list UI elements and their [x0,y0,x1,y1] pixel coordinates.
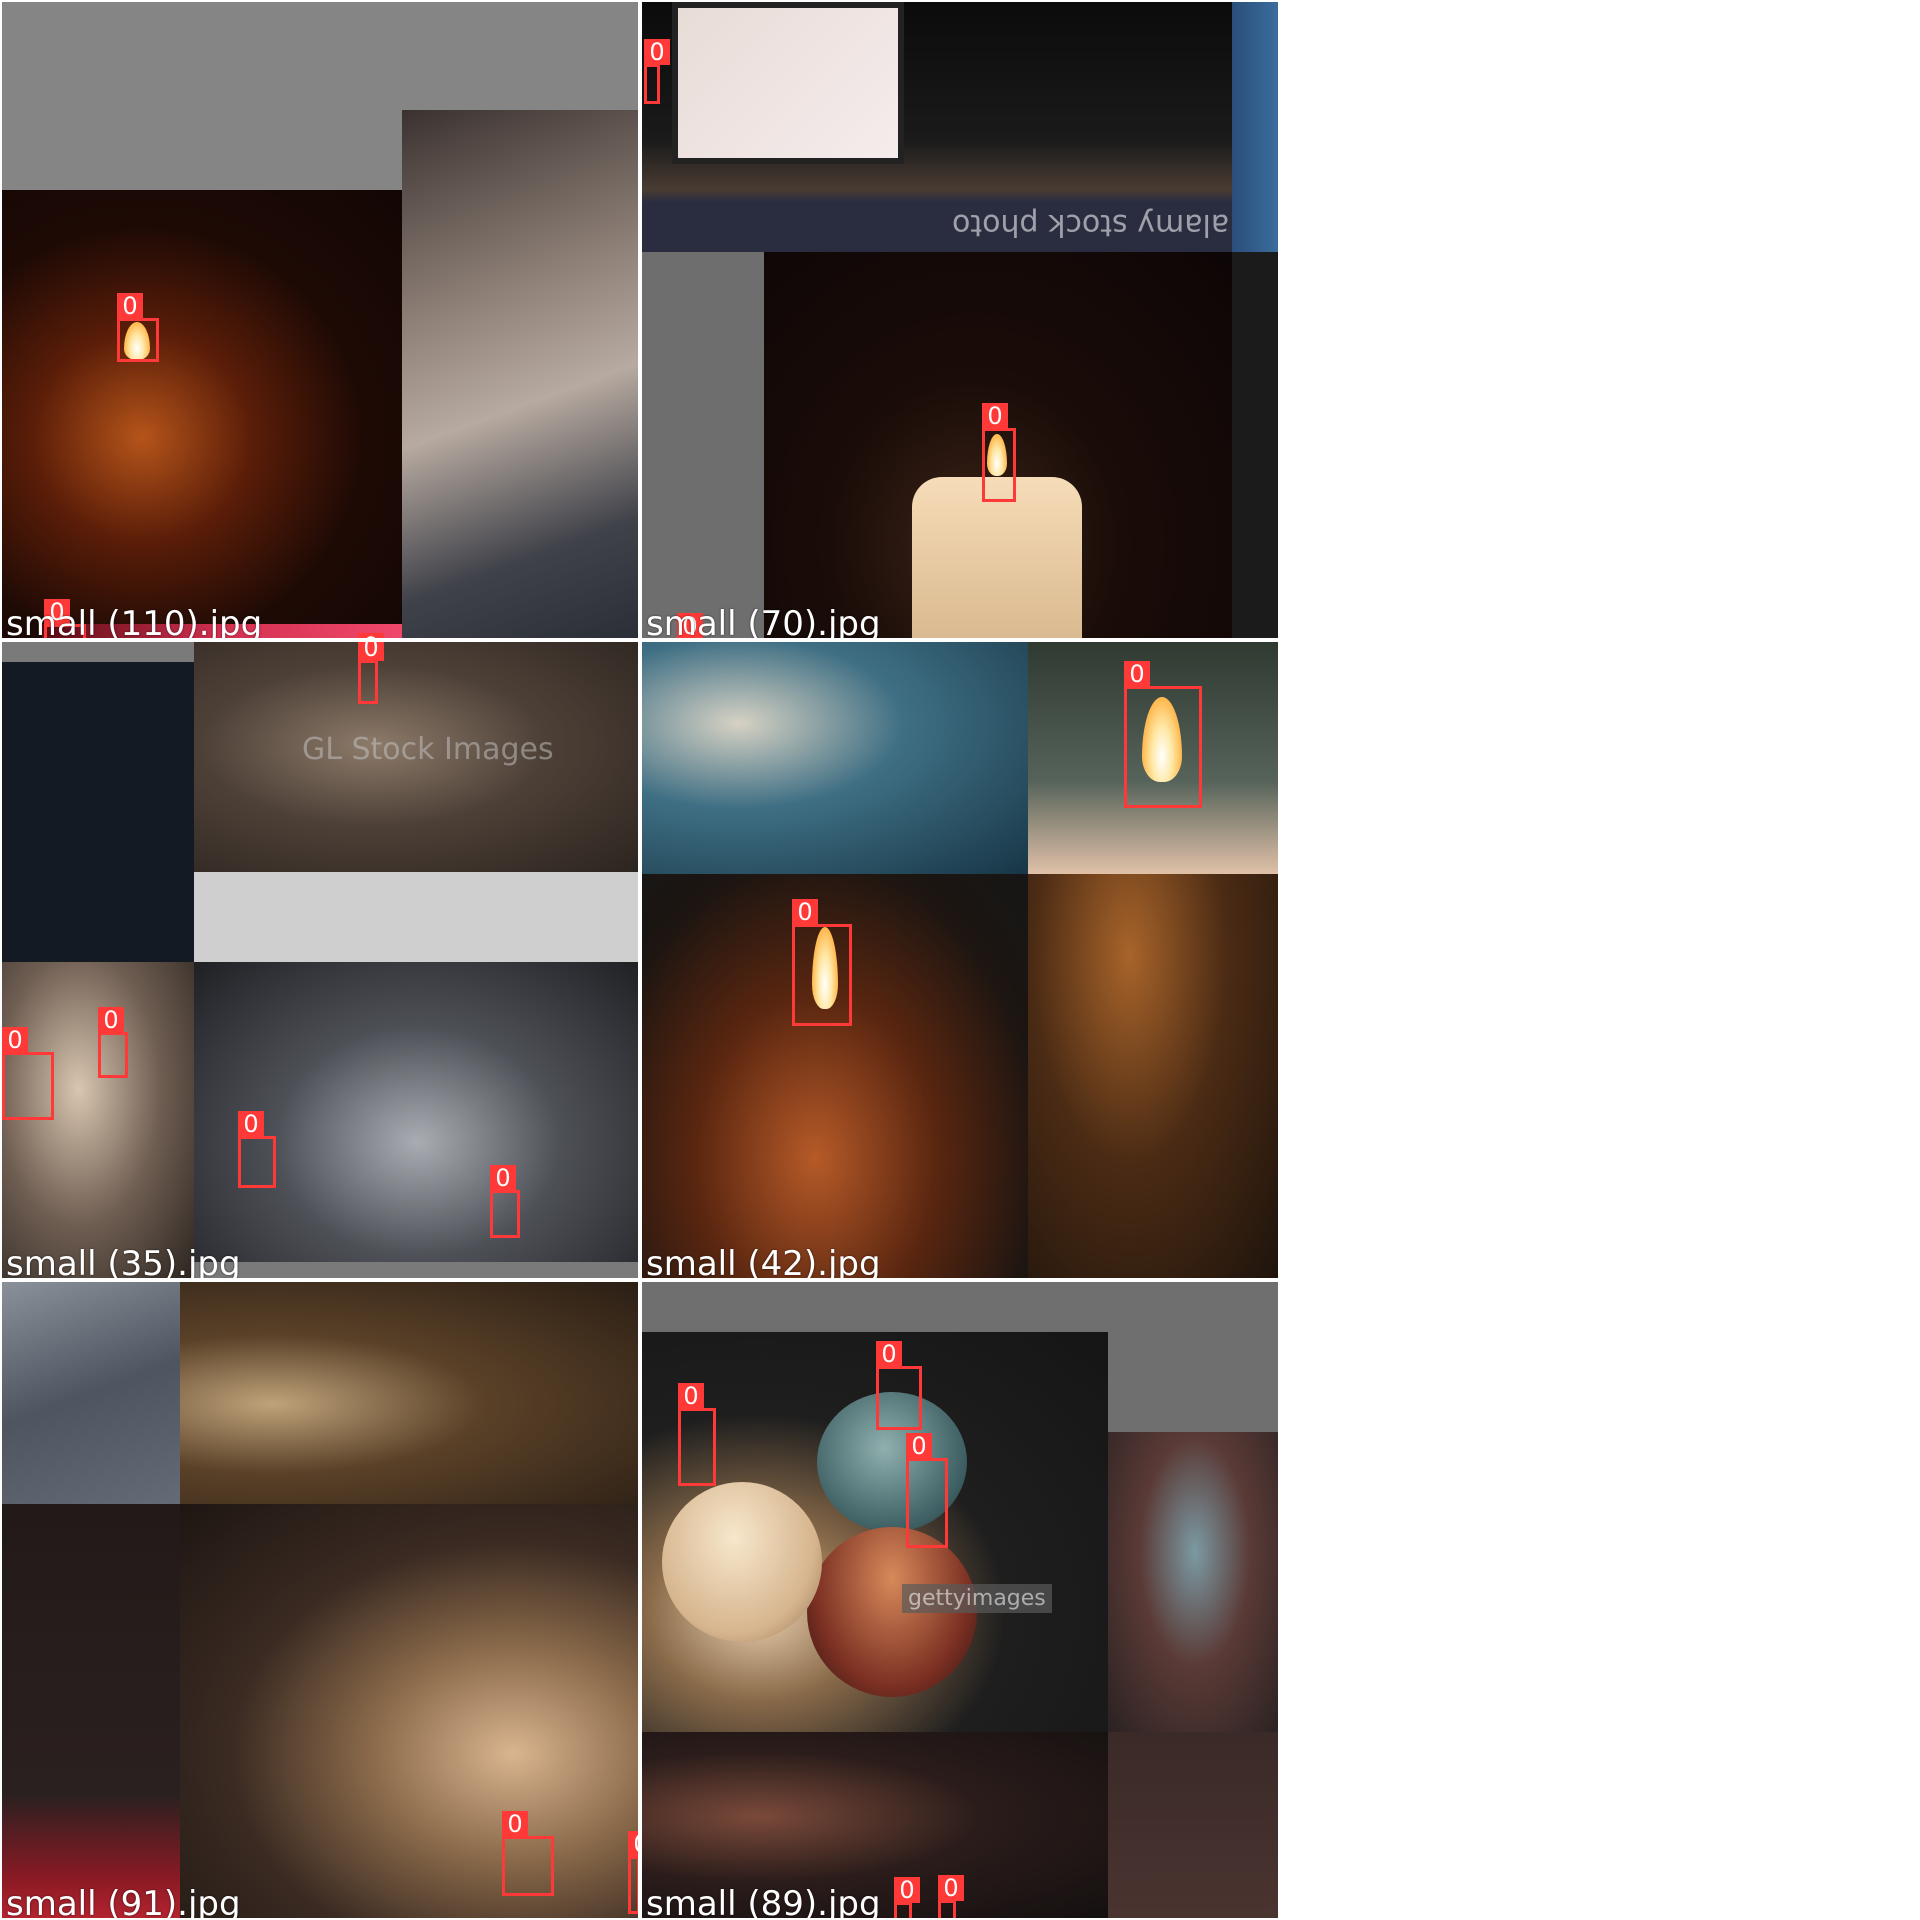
mosaic-tile: 0 0 small (42).jpg [640,640,1280,1280]
class-label: 0 [1124,661,1150,687]
detection-box: 0 [644,39,670,104]
mosaic-tile: alamy stock photo 0 0 0 small (70).jpg [640,0,1280,640]
detection-box: 0 [876,1341,922,1430]
class-label: 0 [982,403,1008,429]
watermark: alamy stock photo [952,207,1230,242]
image-filename: small (89).jpg [646,1884,881,1920]
image-filename: small (42).jpg [646,1244,881,1280]
image-filename: small (70).jpg [646,604,881,640]
image-patch-hands [180,1282,638,1504]
image-patch-candle-glass [2,190,402,638]
image-filename: small (35).jpg [6,1244,241,1280]
detection-box: 0 [678,1383,716,1486]
class-label: 0 [906,1433,932,1459]
detection-box: 0 [1124,661,1202,808]
image-patch-blue-fabric [1232,2,1278,252]
image-patch-dark-left [2,1504,180,1918]
mosaic-tile: 0 0 0 small (110).jpg [0,0,640,640]
image-patch-light-gray [194,872,638,962]
image-patch-brown [1108,1732,1278,1918]
mosaic-tile: 0 0 small (91).jpg [0,1280,640,1920]
detection-box: 0 [117,293,159,362]
class-label: 0 [2,1027,28,1053]
detection-box: 0 [628,1831,638,1914]
detection-box: 0 [982,403,1016,502]
class-label: 0 [644,39,670,65]
detection-box: 0 [894,1877,920,1918]
class-label: 0 [117,293,143,319]
class-label: 0 [358,633,384,638]
class-label: 0 [358,642,384,661]
class-label: 0 [628,1831,638,1857]
image-filename: small (110).jpg [6,604,263,640]
image-patch-gray-water [2,1282,180,1504]
class-label: 0 [502,1811,528,1837]
image-patch-cream-orb [662,1482,822,1642]
detection-box: 0 [490,1165,520,1238]
class-label: 0 [894,1877,920,1903]
detection-box: 0 [98,1007,128,1078]
mosaic-grid: 0 0 0 small (110).jpg alamy stock photo … [0,0,1280,1920]
image-patch-old-book [1028,874,1278,1278]
mosaic-tile: GL Stock Images 0 0 0 0 0 small (35).jpg [0,640,640,1280]
class-label: 0 [938,1875,964,1901]
watermark: gettyimages [902,1584,1052,1613]
watermark: GL Stock Images [302,732,554,767]
class-label: 0 [792,899,818,925]
image-patch-smoker-face [402,110,638,638]
detection-box: 0 [906,1433,948,1548]
class-label: 0 [678,1383,704,1409]
class-label: 0 [490,1165,516,1191]
detection-box: 0 [238,1111,276,1188]
detection-box: 0 [938,1875,964,1918]
image-patch-blue-glass [642,642,1028,874]
image-filename: small (91).jpg [6,1884,241,1920]
detection-box: 0 [792,899,852,1026]
image-patch-picture-frame [672,2,904,164]
image-patch-laughing-woman [180,1504,638,1918]
detection-box: 0 [502,1811,554,1896]
image-patch-gray [642,252,764,638]
detection-box: 0 [358,642,384,704]
image-patch-dark-blue [2,662,194,962]
detection-box: 0 [2,1027,54,1120]
mosaic-tile: gettyimages 0 0 0 0 0 small (89).jpg [640,1280,1280,1920]
class-label: 0 [98,1007,124,1033]
class-label: 0 [876,1341,902,1367]
image-patch-blurry-orbs [1108,1432,1278,1732]
class-label: 0 [238,1111,264,1137]
